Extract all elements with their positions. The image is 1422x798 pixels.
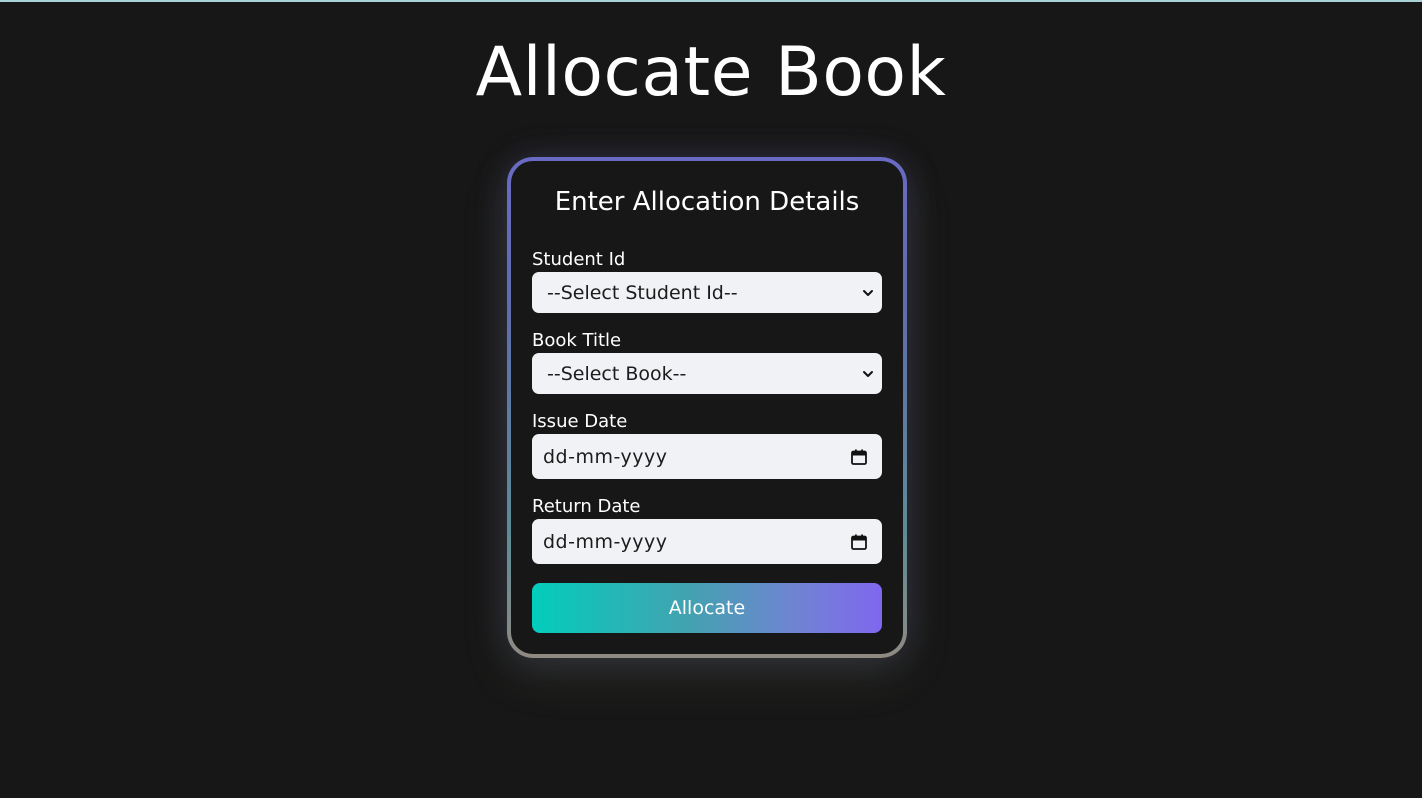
chevron-down-icon bbox=[863, 370, 873, 377]
allocation-card-border: Enter Allocation Details Student Id --Se… bbox=[507, 157, 907, 658]
form-title: Enter Allocation Details bbox=[554, 187, 860, 217]
issue-date-placeholder: dd-mm-yyyy bbox=[543, 445, 668, 468]
chevron-down-icon bbox=[863, 289, 873, 296]
allocate-button[interactable]: Allocate bbox=[532, 583, 882, 633]
return-date-input[interactable]: dd-mm-yyyy bbox=[532, 519, 882, 564]
top-accent-line bbox=[0, 0, 1422, 2]
issue-date-input[interactable]: dd-mm-yyyy bbox=[532, 434, 882, 479]
book-title-select[interactable]: --Select Book-- bbox=[532, 353, 882, 394]
student-id-label: Student Id bbox=[532, 249, 626, 270]
calendar-icon[interactable] bbox=[850, 533, 868, 551]
return-date-placeholder: dd-mm-yyyy bbox=[543, 530, 668, 553]
book-title-selected-value: --Select Book-- bbox=[547, 362, 687, 385]
calendar-icon[interactable] bbox=[850, 448, 868, 466]
student-id-select[interactable]: --Select Student Id-- bbox=[532, 272, 882, 313]
page-title: Allocate Book bbox=[475, 33, 947, 112]
allocation-form: Enter Allocation Details Student Id --Se… bbox=[511, 161, 903, 654]
book-title-label: Book Title bbox=[532, 330, 622, 351]
issue-date-label: Issue Date bbox=[532, 411, 628, 432]
return-date-label: Return Date bbox=[532, 496, 641, 517]
student-id-selected-value: --Select Student Id-- bbox=[547, 281, 738, 304]
